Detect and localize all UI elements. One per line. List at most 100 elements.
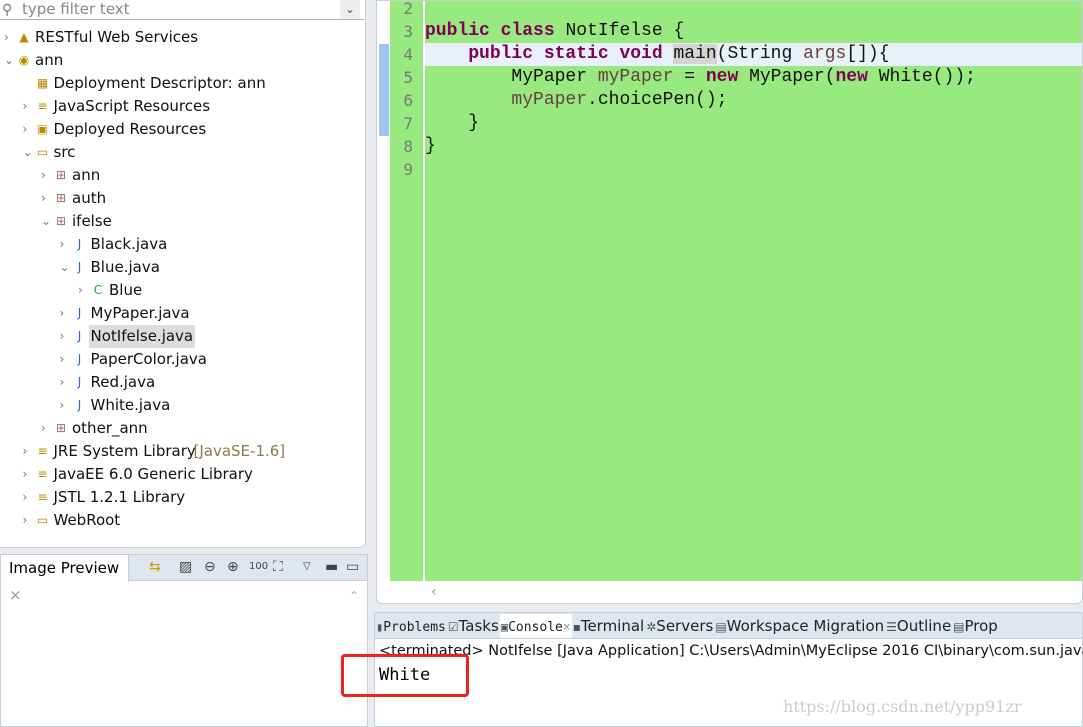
tab-problems[interactable]: ▮Problems (375, 614, 447, 638)
chevron-right-icon[interactable]: › (4, 26, 16, 49)
tree-item[interactable]: › ⊞ other_ann (0, 417, 360, 440)
tree-item[interactable]: › ≡ JavaEE 6.0 Generic Library (0, 463, 360, 486)
line-number: 8 (403, 137, 413, 156)
tab-tasks[interactable]: ☑Tasks (447, 613, 500, 638)
chevron-down-icon[interactable]: ⌄ (340, 0, 360, 19)
tree-item[interactable]: › J MyPaper.java (0, 302, 360, 325)
current-block-marker (379, 44, 389, 136)
code-line[interactable]: MyPaper myPaper = new MyPaper(new White(… (425, 66, 1082, 89)
tree-item[interactable]: › C Blue (0, 279, 360, 302)
line-number: 4 (403, 45, 413, 64)
maximize-icon[interactable]: ▭ (346, 559, 359, 575)
chevron-right-icon[interactable]: › (23, 118, 35, 141)
code-token: } (425, 136, 436, 156)
line-number: 5 (403, 68, 413, 87)
tree-item[interactable]: ⌄ ▭ src (0, 141, 360, 164)
chevron-right-icon[interactable]: › (41, 187, 53, 210)
tree-item[interactable]: › J NotIfelse.java (0, 325, 360, 348)
code-token: White()); (878, 67, 976, 87)
zoom-out-icon[interactable]: ⊖ (204, 559, 216, 575)
code-token: (String (716, 44, 804, 64)
code-line[interactable] (425, 158, 1082, 181)
code-line[interactable]: } (425, 112, 1082, 135)
tree-item-label: WebRoot (53, 511, 121, 529)
tree-item[interactable]: › ▣ Deployed Resources (0, 118, 360, 141)
project-explorer: ⚲ type filter text ⌄ › ▲ RESTful Web Servi… (0, 0, 366, 548)
chevron-right-icon[interactable]: › (60, 233, 72, 256)
close-icon[interactable]: × (563, 620, 571, 635)
actual-size-icon[interactable]: 100 (249, 561, 268, 572)
filter-input[interactable]: ⚲ type filter text ⌄ (0, 0, 364, 20)
chevron-right-icon[interactable]: › (60, 325, 72, 348)
tree-item[interactable]: › ▭ WebRoot (0, 509, 360, 532)
tree-item-label: Red.java (90, 373, 156, 391)
chevron-down-icon[interactable]: ⌄ (41, 210, 53, 233)
java-file-icon: J (77, 306, 82, 320)
link-icon[interactable]: ⇆ (149, 559, 161, 575)
chevron-right-icon[interactable]: › (60, 394, 72, 417)
image-icon[interactable]: ▨ (179, 559, 192, 575)
tree-item-label: src (53, 143, 76, 161)
tree-item[interactable]: › ≡ JRE System Library [JavaSE-1.6] (0, 440, 360, 463)
code-line[interactable]: public class NotIfelse { (425, 20, 1082, 43)
tree-item[interactable]: › ▲ RESTful Web Services (0, 26, 360, 49)
chevron-right-icon[interactable]: › (60, 302, 72, 325)
tab-terminal[interactable]: ▪Terminal (572, 613, 646, 638)
chevron-right-icon[interactable]: › (78, 279, 90, 302)
chevron-right-icon[interactable]: › (41, 164, 53, 187)
tab-image-preview[interactable]: Image Preview × (1, 555, 129, 604)
horizontal-scrollbar[interactable]: ‹ (425, 581, 1082, 603)
code-token: new (705, 67, 750, 87)
chevron-down-icon[interactable]: ⌄ (60, 256, 72, 279)
tree-item[interactable]: ⌄ ⊞ ifelse (0, 210, 360, 233)
watermark: https://blog.csdn.net/ypp91zr (783, 697, 1022, 716)
tree-item[interactable]: › ⊞ ann (0, 164, 360, 187)
tree-item[interactable]: › ≡ JavaScript Resources (0, 95, 360, 118)
tree-item[interactable]: › J Red.java (0, 371, 360, 394)
code-line[interactable]: myPaper.choicePen(); (425, 89, 1082, 112)
code-editor[interactable]: 2 3 4 5 6 7 8 9 public class NotIfelse { public… (376, 0, 1083, 604)
scroll-left-icon[interactable]: ‹ (431, 584, 437, 600)
tab-console[interactable]: ▣Console× (499, 614, 572, 638)
chevron-down-icon[interactable]: ⌄ (23, 141, 35, 164)
chevron-right-icon[interactable]: › (23, 440, 35, 463)
deployment-descriptor-icon: ▦ (36, 76, 49, 90)
code-line[interactable] (425, 0, 1082, 20)
java-file-icon: J (77, 260, 82, 274)
zoom-in-icon[interactable]: ⊕ (227, 559, 239, 575)
tree-item[interactable]: › J Black.java (0, 233, 360, 256)
tab-prop[interactable]: ▤Prop (952, 613, 999, 638)
tree-item-label: NotIfelse.java (88, 325, 196, 348)
tab-servers[interactable]: ✲Servers (645, 613, 714, 638)
tree-item[interactable]: › J White.java (0, 394, 360, 417)
code-line[interactable]: } (425, 135, 1082, 158)
chevron-right-icon[interactable]: › (23, 486, 35, 509)
close-icon[interactable]: × (9, 586, 22, 604)
tree-item-label: PaperColor.java (90, 350, 207, 368)
code-token: NotIfelse { (565, 21, 685, 41)
tree-item[interactable]: › ⊞ auth (0, 187, 360, 210)
chevron-right-icon[interactable]: › (60, 348, 72, 371)
tree-item[interactable]: ⌄ ◉ ann (0, 49, 360, 72)
chevron-right-icon[interactable]: › (23, 95, 35, 118)
chevron-down-icon[interactable]: ⌄ (4, 49, 16, 72)
chevron-right-icon[interactable]: › (23, 509, 35, 532)
chevron-right-icon[interactable]: › (41, 417, 53, 440)
tree-item[interactable]: › J PaperColor.java (0, 348, 360, 371)
chevron-right-icon[interactable]: › (60, 371, 72, 394)
tab-outline[interactable]: ☰Outline (885, 613, 952, 638)
view-menu-icon[interactable]: ▽ (303, 561, 311, 572)
code-area[interactable]: public class NotIfelse { public static v… (425, 1, 1082, 581)
minimize-icon[interactable]: ▬ (325, 559, 338, 575)
tree-item[interactable]: ⌄ J Blue.java (0, 256, 360, 279)
tree-item[interactable]: › ≡ JSTL 1.2.1 Library (0, 486, 360, 509)
scroll-up-icon[interactable]: ⌃ (349, 589, 359, 603)
chevron-right-icon[interactable]: › (23, 463, 35, 486)
tree-item[interactable]: ▦ Deployment Descriptor: ann (0, 72, 360, 95)
tree-item-label: ann (72, 166, 101, 184)
tab-workspace-migration[interactable]: ▤Workspace Migration (714, 613, 885, 638)
fit-icon[interactable]: ⛶ (273, 559, 283, 575)
code-line[interactable]: public static void main(String args[]){ (425, 43, 1082, 66)
tab-label: Terminal (580, 617, 645, 635)
